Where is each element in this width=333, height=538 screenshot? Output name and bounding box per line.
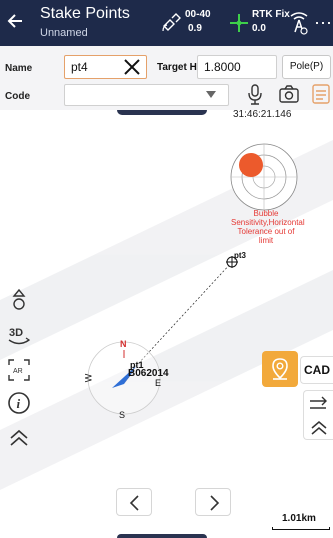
right-tool-panel [303,390,333,440]
bubble-dot [239,153,263,177]
map-scale-bar [272,527,330,530]
bubble-warning: Bubble Sensitivity,Horizontal Tolerance … [231,209,305,245]
map-scale-label: 1.01km [282,513,316,524]
stake-person-icon[interactable] [6,287,32,313]
svg-text:AR: AR [13,368,23,375]
current-point-id: B062014 [128,368,169,379]
svg-text:i: i [17,396,21,411]
collapse-up-icon[interactable] [6,425,32,451]
chevron-right-icon [210,495,220,511]
previous-point-button[interactable] [116,488,152,516]
next-point-button[interactable] [195,488,231,516]
map-canvas[interactable] [0,0,333,538]
compass-west: W [83,373,94,383]
bubble-level [230,143,298,211]
collapse-up-icon[interactable] [308,417,330,439]
timestamp: 31:46:21.146 [233,109,292,120]
compass-north: N [120,339,127,349]
locate-button[interactable] [262,351,298,387]
target-point-label: pt3 [234,251,246,260]
location-pin-icon [272,358,288,380]
3d-view-icon[interactable]: 3D [6,322,32,348]
info-icon[interactable]: i [6,390,32,416]
chevron-left-icon [129,495,139,511]
cad-button[interactable]: CAD [300,356,333,384]
svg-text:3D: 3D [9,327,23,339]
offset-arrow-icon[interactable] [308,394,330,414]
ar-icon[interactable]: AR [6,357,32,383]
compass-south: S [119,410,126,420]
bottom-drag-handle[interactable] [117,534,207,538]
compass-east: E [155,378,162,388]
